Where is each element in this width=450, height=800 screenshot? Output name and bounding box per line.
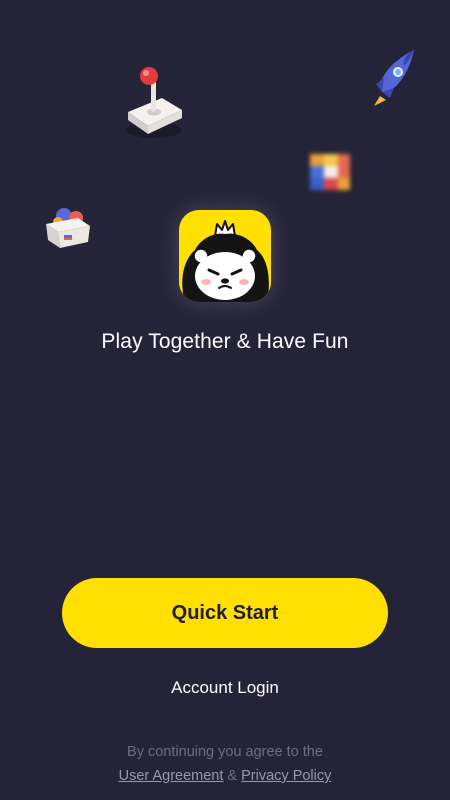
quick-start-button[interactable]: Quick Start	[62, 578, 388, 648]
toy-box-icon	[46, 208, 90, 248]
app-logo	[179, 210, 271, 302]
legal-separator: &	[227, 768, 238, 784]
privacy-policy-link[interactable]: Privacy Policy	[241, 768, 331, 784]
legal-links-row: User Agreement & Privacy Policy	[0, 764, 450, 788]
app-tagline: Play Together & Have Fun	[101, 330, 349, 353]
user-agreement-link[interactable]: User Agreement	[119, 768, 224, 784]
rubiks-cube-icon	[310, 154, 350, 190]
legal-prefix-text: By continuing you agree to the	[127, 744, 323, 760]
login-screen: Play Together & Have Fun Quick Start Acc…	[0, 0, 450, 800]
bear-mascot-with-crown-icon	[182, 220, 269, 302]
joystick-icon	[126, 67, 182, 138]
rocket-icon	[374, 50, 414, 106]
account-login-link[interactable]: Account Login	[0, 678, 450, 698]
legal-notice: By continuing you agree to the User Agre…	[0, 740, 450, 788]
